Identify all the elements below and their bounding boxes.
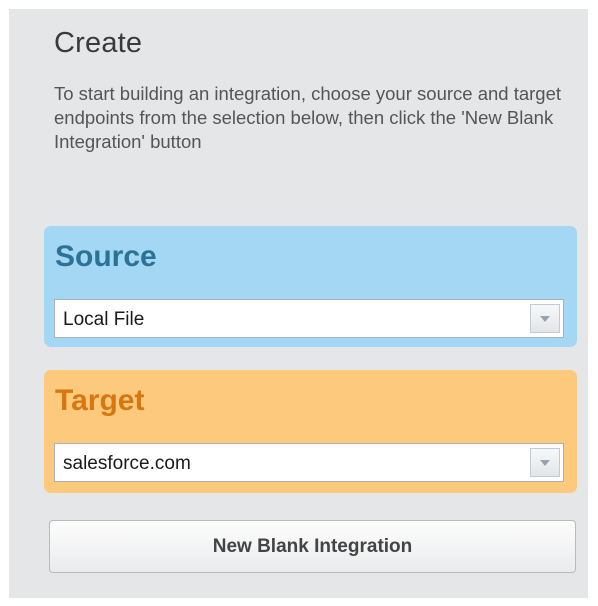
target-select[interactable]: salesforce.com [54,443,564,482]
target-dropdown-button[interactable] [530,448,560,477]
create-panel: Create To start building an integration,… [9,9,588,598]
chevron-down-icon [540,460,550,466]
source-section: Source Local File [44,226,577,347]
chevron-down-icon [540,316,550,322]
source-select-value: Local File [63,309,145,330]
source-select[interactable]: Local File [54,299,564,338]
target-heading: Target [55,384,145,417]
target-select-value: salesforce.com [63,453,191,474]
target-section: Target salesforce.com [44,370,577,493]
source-heading: Source [55,240,157,273]
source-dropdown-button[interactable] [530,304,560,333]
new-blank-integration-button[interactable]: New Blank Integration [49,520,576,573]
page-title: Create [54,27,143,59]
instructions-text: To start building an integration, choose… [54,83,562,152]
